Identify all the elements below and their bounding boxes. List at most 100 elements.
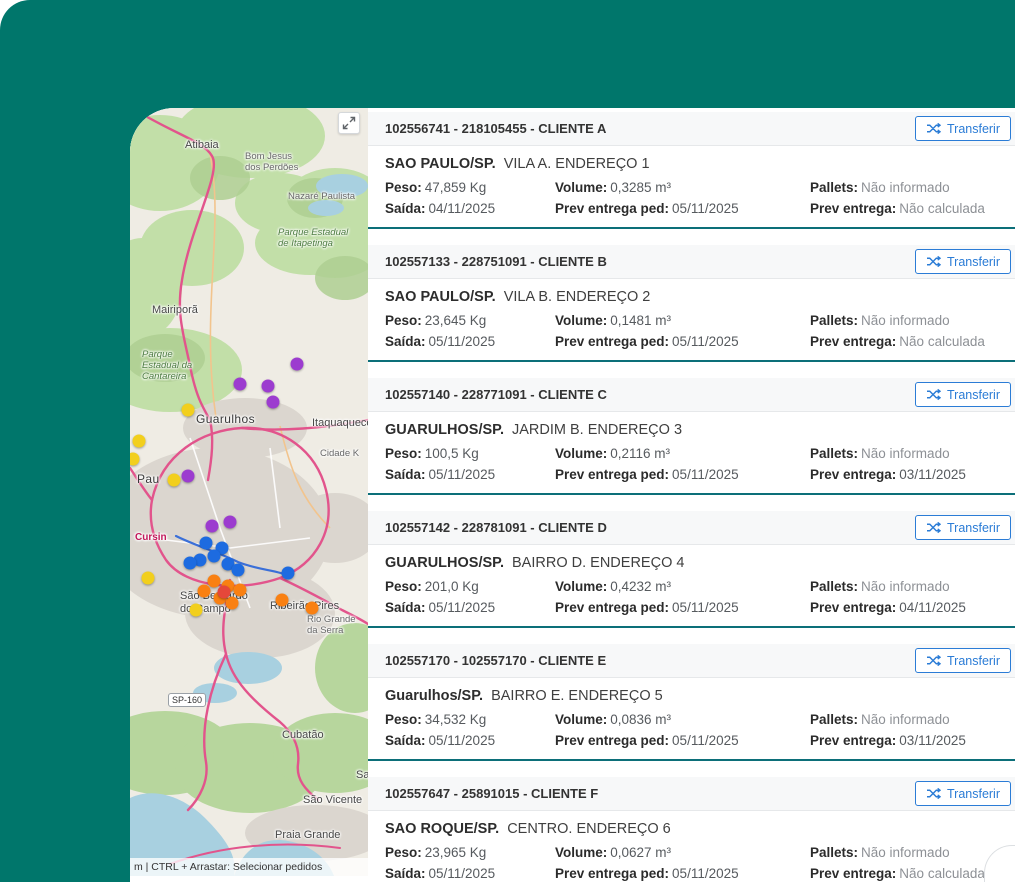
map-panel[interactable]: Atibaia Bom Jesus dos Perdões Nazaré Pauli… <box>130 108 368 876</box>
volume-cell: Volume: 0,1481 m³ <box>555 312 810 329</box>
map-marker[interactable] <box>217 585 231 599</box>
peso-label: Peso: <box>385 845 422 860</box>
prev-entrega-cell: Prev entrega: Não calculada <box>810 333 1015 350</box>
order-card-header: 102557133 - 228751091 - CLIENTE B Transf… <box>368 245 1015 279</box>
order-title: 102557647 - 25891015 - CLIENTE F <box>385 786 599 801</box>
transfer-button[interactable]: Transferir <box>914 116 1011 141</box>
saida-cell: Saída: 05/11/2025 <box>385 865 555 882</box>
peso-value: 201,0 Kg <box>424 579 479 594</box>
order-info-grid: Peso: 34,532 Kg Volume: 0,0836 m³ Pallets:… <box>385 711 1015 749</box>
map-expand-button[interactable] <box>338 112 360 134</box>
saida-label: Saída: <box>385 600 426 615</box>
peso-value: 23,645 Kg <box>424 313 487 328</box>
prev-entrega-ped-label: Prev entrega ped: <box>555 334 670 349</box>
shuffle-icon <box>926 654 941 667</box>
prev-entrega-ped-cell: Prev entrega ped: 05/11/2025 <box>555 333 810 350</box>
map-marker[interactable] <box>233 583 247 597</box>
map-marker[interactable] <box>225 596 239 610</box>
transfer-button[interactable]: Transferir <box>914 249 1011 274</box>
transfer-button-label: Transferir <box>946 387 1000 402</box>
map-marker[interactable] <box>167 473 181 487</box>
volume-cell: Volume: 0,0627 m³ <box>555 844 810 861</box>
volume-label: Volume: <box>555 180 608 195</box>
map-marker[interactable] <box>141 571 155 585</box>
shuffle-icon <box>926 122 941 135</box>
map-marker[interactable] <box>275 593 289 607</box>
map-marker[interactable] <box>199 536 213 550</box>
order-card[interactable]: 102556741 - 218105455 - CLIENTE A Transf… <box>368 112 1015 229</box>
pallets-label: Pallets: <box>810 712 859 727</box>
order-city: GUARULHOS/SP. <box>385 555 504 571</box>
transfer-button[interactable]: Transferir <box>914 781 1011 806</box>
orders-list[interactable]: 102556741 - 218105455 - CLIENTE A Transf… <box>368 108 1015 882</box>
map-marker[interactable] <box>130 452 140 466</box>
transfer-button[interactable]: Transferir <box>914 648 1011 673</box>
order-title: 102557142 - 228781091 - CLIENTE D <box>385 520 607 535</box>
prev-entrega-ped-cell: Prev entrega ped: 05/11/2025 <box>555 599 810 616</box>
prev-entrega-ped-cell: Prev entrega ped: 05/11/2025 <box>555 865 810 882</box>
peso-cell: Peso: 47,859 Kg <box>385 179 555 196</box>
order-address: BAIRRO E. ENDEREÇO 5 <box>491 688 663 704</box>
map-marker[interactable] <box>181 403 195 417</box>
order-card-header: 102557142 - 228781091 - CLIENTE D Transf… <box>368 511 1015 545</box>
pallets-cell: Pallets: Não informado <box>810 844 1015 861</box>
peso-label: Peso: <box>385 579 422 594</box>
map-marker[interactable] <box>132 434 146 448</box>
shuffle-icon <box>926 255 941 268</box>
order-card[interactable]: 102557647 - 25891015 - CLIENTE F Transfe… <box>368 777 1015 882</box>
volume-value: 0,0627 m³ <box>610 845 672 860</box>
map-marker[interactable] <box>266 395 280 409</box>
order-city: SAO PAULO/SP. <box>385 156 496 172</box>
map-marker[interactable] <box>205 519 219 533</box>
map-marker[interactable] <box>207 574 221 588</box>
order-city: GUARULHOS/SP. <box>385 422 504 438</box>
prev-entrega-value: 03/11/2025 <box>899 467 966 482</box>
saida-value: 05/11/2025 <box>428 467 496 482</box>
transfer-button[interactable]: Transferir <box>914 515 1011 540</box>
prev-entrega-label: Prev entrega: <box>810 866 897 881</box>
order-address: CENTRO. ENDEREÇO 6 <box>507 821 671 837</box>
order-card-body: SAO PAULO/SP. VILA A. ENDEREÇO 1 Peso: 47… <box>368 146 1015 227</box>
peso-label: Peso: <box>385 712 422 727</box>
map-attribution: m | CTRL + Arrastar: Selecionar pedidos <box>130 858 368 876</box>
map-marker[interactable] <box>197 584 211 598</box>
map-marker[interactable] <box>183 556 197 570</box>
volume-label: Volume: <box>555 845 608 860</box>
order-card[interactable]: 102557170 - 102557170 - CLIENTE E Transf… <box>368 644 1015 761</box>
map-marker[interactable] <box>207 549 221 563</box>
pallets-cell: Pallets: Não informado <box>810 179 1015 196</box>
map-marker[interactable] <box>261 379 275 393</box>
map-marker[interactable] <box>189 603 203 617</box>
map-marker[interactable] <box>290 357 304 371</box>
order-address: JARDIM B. ENDEREÇO 3 <box>512 422 683 438</box>
volume-value: 0,4232 m³ <box>610 579 672 594</box>
peso-value: 34,532 Kg <box>424 712 487 727</box>
map-marker[interactable] <box>181 469 195 483</box>
saida-cell: Saída: 04/11/2025 <box>385 200 555 217</box>
map-marker[interactable] <box>231 563 245 577</box>
volume-cell: Volume: 0,4232 m³ <box>555 578 810 595</box>
expand-map-icon <box>342 116 356 130</box>
map-marker[interactable] <box>223 515 237 529</box>
order-title: 102556741 - 218105455 - CLIENTE A <box>385 121 607 136</box>
order-card[interactable]: 102557142 - 228781091 - CLIENTE D Transf… <box>368 511 1015 628</box>
prev-entrega-ped-cell: Prev entrega ped: 05/11/2025 <box>555 466 810 483</box>
saida-label: Saída: <box>385 733 426 748</box>
order-title: 102557140 - 228771091 - CLIENTE C <box>385 387 607 402</box>
transfer-button[interactable]: Transferir <box>914 382 1011 407</box>
map-marker[interactable] <box>233 377 247 391</box>
order-title: 102557133 - 228751091 - CLIENTE B <box>385 254 607 269</box>
order-address-line: SAO ROQUE/SP. CENTRO. ENDEREÇO 6 <box>385 820 1015 838</box>
saida-cell: Saída: 05/11/2025 <box>385 599 555 616</box>
map-marker[interactable] <box>281 566 295 580</box>
peso-cell: Peso: 23,645 Kg <box>385 312 555 329</box>
volume-value: 0,3285 m³ <box>610 180 672 195</box>
prev-entrega-ped-label: Prev entrega ped: <box>555 733 670 748</box>
order-card-body: GUARULHOS/SP. JARDIM B. ENDEREÇO 3 Peso:… <box>368 412 1015 493</box>
map-marker[interactable] <box>305 601 319 615</box>
order-card[interactable]: 102557140 - 228771091 - CLIENTE C Transf… <box>368 378 1015 495</box>
order-card-body: GUARULHOS/SP. BAIRRO D. ENDEREÇO 4 Peso:… <box>368 545 1015 626</box>
order-card[interactable]: 102557133 - 228751091 - CLIENTE B Transf… <box>368 245 1015 362</box>
pallets-label: Pallets: <box>810 845 859 860</box>
transfer-button-label: Transferir <box>946 254 1000 269</box>
